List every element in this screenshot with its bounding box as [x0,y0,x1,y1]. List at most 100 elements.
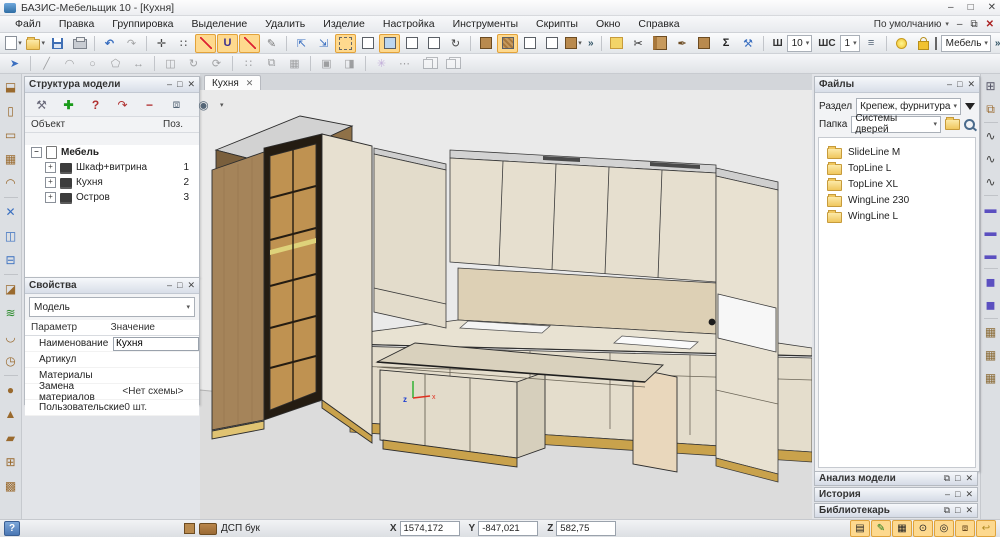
arc-tool[interactable]: ◠ [59,54,80,73]
menu-file[interactable]: Файл [6,17,50,31]
edit-contour-button[interactable]: ➤ [4,54,25,73]
panel-maximize-icon[interactable]: □ [955,489,960,500]
cone-tool[interactable]: ▲ [1,404,21,424]
structure-toggle[interactable]: ▤ [850,520,870,537]
fittings-button[interactable] [606,34,627,53]
divider-horizontal-tool[interactable]: ⊟ [1,250,21,270]
frame-select-toggle[interactable] [335,34,356,53]
file-item-slideline-m[interactable]: SlideLine M [819,144,975,160]
array-rect-tool[interactable]: ⧉ [261,54,282,73]
sum-button[interactable]: Σ [716,34,737,53]
expand-icon[interactable]: + [45,177,56,188]
divider-vertical-tool[interactable]: ◫ [1,226,21,246]
section-combo[interactable]: Крепеж, фурнитура▾ [856,98,961,115]
folder-combo[interactable]: Системы дверей▾ [851,116,941,133]
box-export-tool[interactable]: ⧉ [981,99,1000,119]
folder-open-icon[interactable] [945,119,960,130]
view-transparent-button[interactable] [423,34,444,53]
menu-delete[interactable]: Удалить [256,17,314,31]
prop-row-custom[interactable]: Пользовательские 0 шт. [25,400,199,416]
filter-funnel-icon[interactable] [965,103,975,110]
structure-preview-button[interactable]: ⧈ [165,94,188,115]
panel-minimize-icon[interactable]: – [947,79,952,90]
new-button[interactable]: ▾ [3,34,24,53]
menu-product[interactable]: Изделие [314,17,374,31]
minimize-button[interactable]: – [948,2,954,13]
structure-help-link-button[interactable]: ? [84,94,107,115]
menu-selection[interactable]: Выделение [183,17,257,31]
rotate-copy-tool[interactable]: ⟳ [206,54,227,73]
grid-snap-toggle[interactable]: ▦ [892,520,912,537]
orientation-toggle[interactable]: ↩ [976,520,996,537]
panel-insert-tool[interactable]: ▣ [316,54,337,73]
help-button[interactable]: ? [4,521,20,536]
toolbar-overflow-2[interactable]: » [992,38,1000,49]
snap-line-toggle[interactable] [239,34,260,53]
origin-button[interactable]: ✛ [151,34,172,53]
small-cube-tool-1[interactable] [417,54,438,73]
file-item-wingline-l[interactable]: WingLine L [819,208,975,224]
dimension-tool[interactable]: ↔ [128,54,149,73]
white-edges-button[interactable] [541,34,562,53]
view-hidden-line-button[interactable] [401,34,422,53]
fastener-add-tool[interactable]: ∿ [981,149,1000,169]
structure-panel-header[interactable]: Структура модели – □ ✕ [25,77,199,93]
current-material[interactable]: ДСП бук [184,523,260,535]
polygon-tool[interactable]: ⬠ [105,54,126,73]
cross-section-tool[interactable]: ✕ [1,202,21,222]
panel-maximize-icon[interactable]: □ [955,473,960,484]
board-horizontal-tool[interactable]: ▭ [1,125,21,145]
panel-float-icon[interactable]: ⧉ [944,473,950,484]
grid-button[interactable]: ∷ [173,34,194,53]
save-button[interactable] [47,34,68,53]
properties-panel-header[interactable]: Свойства – □ ✕ [25,278,199,294]
solid-color-button[interactable] [475,34,496,53]
cabinet-box-tool[interactable]: ⊞ [1,452,21,472]
y-field[interactable]: -847,021 [478,521,538,536]
child-restore-button[interactable]: ⧉ [970,19,977,30]
select-move-button[interactable]: ⇱ [291,34,312,53]
magnet-toggle[interactable]: U [217,34,238,53]
fastener-tool[interactable]: ∿ [981,126,1000,146]
shelf-add-tool[interactable]: ▬ [981,199,1000,219]
panel-close-icon[interactable]: ✕ [965,473,973,484]
layer-lock-button[interactable] [913,34,934,53]
panel-close-icon[interactable]: ✕ [965,489,973,500]
child-minimize-button[interactable]: – [957,19,963,30]
tree-item-kitchen[interactable]: + Кухня 2 [25,175,199,190]
construction-line-tool[interactable]: ⋯ [394,54,415,73]
sphere-tool[interactable]: ● [1,380,21,400]
materials-stack-button[interactable]: ▾ [563,34,584,53]
print-button[interactable] [69,34,90,53]
menu-settings[interactable]: Настройка [374,17,444,31]
shelf-move-tool[interactable]: ▬ [981,222,1000,242]
menu-help[interactable]: Справка [629,17,688,31]
crate-tool[interactable]: ▦ [981,322,1000,342]
board-filled-tool[interactable]: ▦ [1,149,21,169]
expand-icon[interactable]: + [45,192,56,203]
circle-tool[interactable]: ○ [82,54,103,73]
properties-mode-select[interactable]: Модель▾ [29,297,195,317]
files-panel-header[interactable]: Файлы – □ ✕ [815,77,979,93]
grid-box-tool[interactable]: ▩ [1,476,21,496]
edge-brush-button[interactable]: ✒ [672,34,693,53]
menu-tools[interactable]: Инструменты [444,17,527,31]
crate-delete-tool[interactable]: ▦ [981,368,1000,388]
structure-link-button[interactable]: ↷ [111,94,134,115]
analysis-panel-header[interactable]: Анализ модели ⧉□✕ [814,471,978,486]
view-wireframe-button[interactable] [357,34,378,53]
board-edit-tool[interactable]: ◪ [1,279,21,299]
layer-color-swatch[interactable] [935,37,937,50]
thickness-combo[interactable]: 1▾ [840,35,860,52]
search-icon[interactable] [964,119,975,130]
menu-grouping[interactable]: Группировка [103,17,182,31]
view-shaded-button[interactable] [379,34,400,53]
white-model-button[interactable] [519,34,540,53]
select-copy-button[interactable]: ⇲ [313,34,334,53]
tree-item-cabinet[interactable]: + Шкаф+витрина 1 [25,160,199,175]
block-delete-tool[interactable]: ◼ [981,295,1000,315]
tab-kitchen[interactable]: Кухня ✕ [204,75,261,90]
expand-icon[interactable]: + [45,162,56,173]
array-tool[interactable]: ∷ [238,54,259,73]
trim-tool[interactable]: ✳ [371,54,392,73]
